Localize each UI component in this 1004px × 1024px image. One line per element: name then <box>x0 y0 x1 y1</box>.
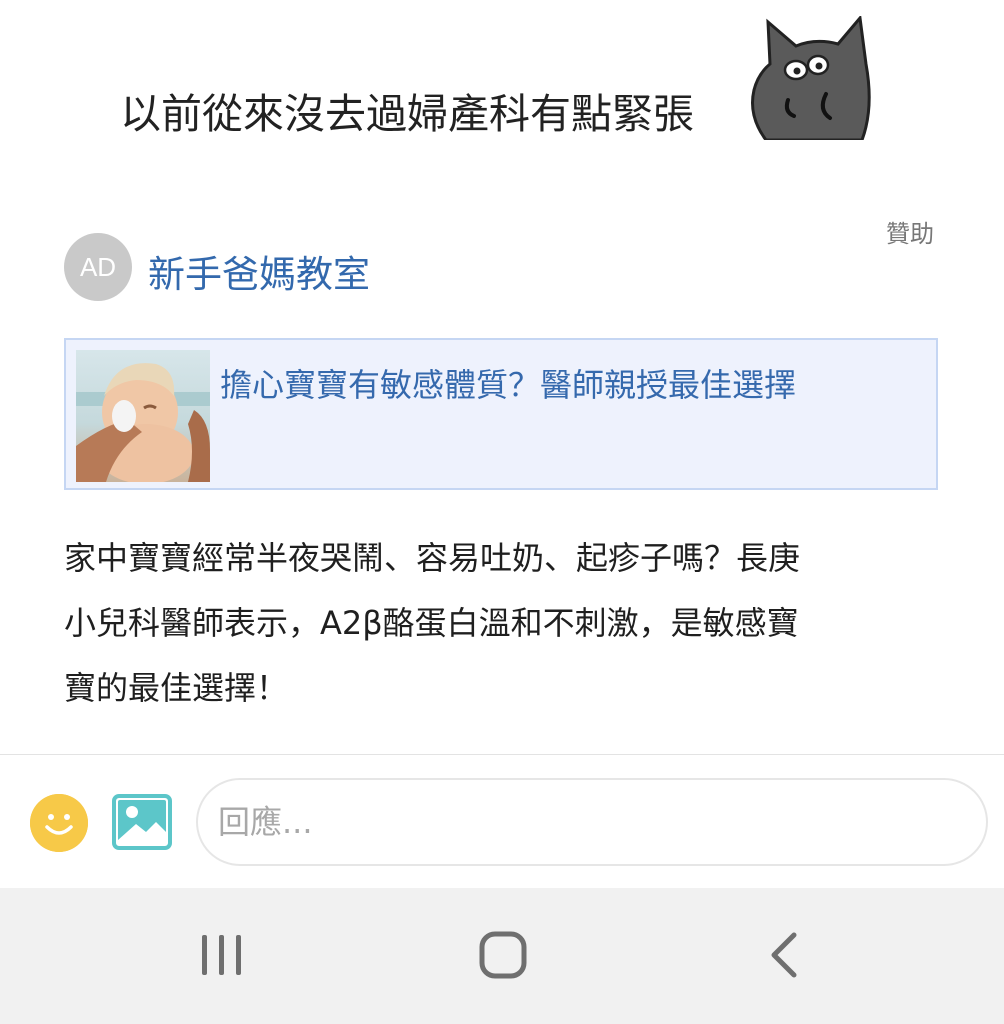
divider <box>0 754 1004 755</box>
cat-sticker[interactable] <box>744 14 872 142</box>
cat-sticker-image <box>751 14 871 142</box>
ad-body-line: 寶的最佳選擇！ <box>64 669 289 707</box>
ad-body-line: 小兒科醫師表示，A2β酪蛋白溫和不刺激，是敏感寶 <box>64 604 799 642</box>
ad-thumbnail <box>76 350 210 482</box>
image-icon[interactable] <box>112 794 172 850</box>
ad-link-card[interactable]: 擔心寶寶有敏感體質？醫師親授最佳選擇 <box>64 338 938 490</box>
ad-headline[interactable]: 擔心寶寶有敏感體質？醫師親授最佳選擇 <box>220 360 796 406</box>
ad-body-line: 家中寶寶經常半夜哭鬧、容易吐奶、起疹子嗎？長庚 <box>64 539 801 577</box>
recent-apps-icon[interactable] <box>182 920 262 990</box>
reply-input[interactable] <box>196 778 988 866</box>
home-icon[interactable] <box>462 920 542 990</box>
sponsored-label: 贊助 <box>886 220 934 248</box>
smiley-icon[interactable] <box>30 794 88 852</box>
back-icon[interactable] <box>744 920 824 990</box>
message-text: 以前從來沒去過婦產科有點緊張 <box>120 90 694 138</box>
system-nav-bar <box>0 888 1004 1024</box>
ad-body-text: 家中寶寶經常半夜哭鬧、容易吐奶、起疹子嗎？長庚 小兒科醫師表示，A2β酪蛋白溫和… <box>64 526 944 721</box>
advertiser-name[interactable]: 新手爸媽教室 <box>148 244 370 298</box>
crying-baby-photo <box>76 350 210 482</box>
advertiser-avatar[interactable]: AD <box>64 233 132 301</box>
